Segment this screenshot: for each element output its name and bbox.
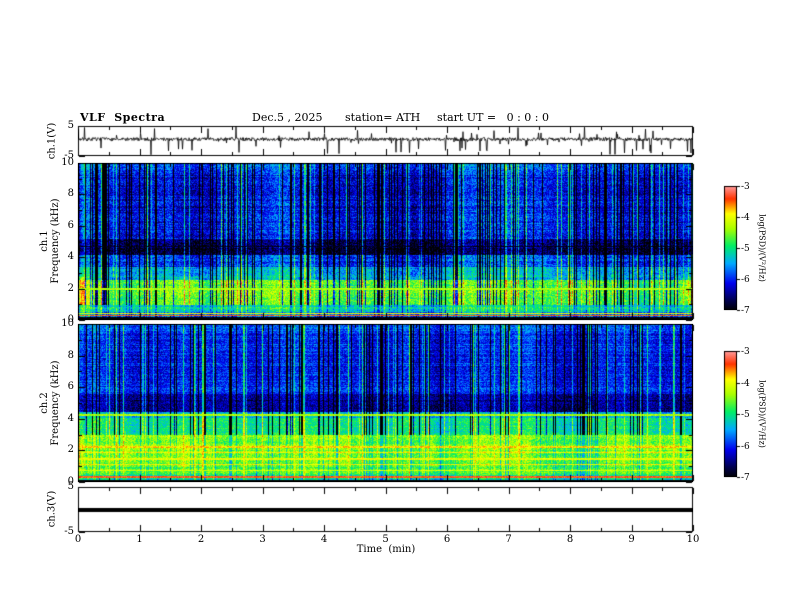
x-tick-label-2: 2 [197,534,205,545]
colorbar1-tick-label--3: -3 [741,182,750,192]
x-tick-label-4: 4 [320,534,328,545]
colorbar1-label: log(PSD)/(V²/Hz) [757,214,767,282]
x-tick-label-9: 9 [628,534,635,545]
colorbar1-tick-label--7: -7 [741,306,750,316]
ch2-frequency-axis-label: ch.2 Frequency (kHz) [39,360,61,445]
y-tick-label-ch2-spectrogram-4: 4 [67,412,74,424]
vlf-spectra-figure: VLF Spectra Dec.5 , 2025 station= ATH st… [0,0,792,612]
ch1-frequency-axis-label: ch.1 Frequency (kHz) [39,198,61,283]
axes-overlay [0,0,792,612]
y-tick-label-ch1-spectrogram-10: 10 [61,157,74,168]
y-tick-label-ch1-spectrogram-4: 4 [67,251,74,263]
colorbar2-label: log(PSD)/(V²/Hz) [757,380,767,448]
y-tick-label-ch1-spectrogram-6: 6 [67,219,74,231]
y-tick-label-ch2-spectrogram-2: 2 [67,444,74,456]
x-tick-label-6: 6 [443,534,451,545]
ch2-frequency-axis-label-line1: ch.2 [39,392,50,414]
colorbar2-tick-label--4: -4 [741,378,750,389]
y-tick-label-ch3-waveform-5: 5 [67,481,74,492]
ch3-voltage-axis-label: ch.3(V) [46,490,58,528]
colorbar2-tick-label--7: -7 [741,473,750,483]
colorbar2-tick-label--3: -3 [741,347,750,357]
x-tick-label-3: 3 [259,534,266,545]
colorbar2-tick-label--6: -6 [741,441,750,452]
y-tick-label-ch1-spectrogram-8: 8 [67,188,74,200]
colorbar2-tick-label--5: -5 [741,410,750,420]
x-tick-label-1: 1 [136,534,143,545]
y-tick-label-ch1-waveform-5: 5 [67,120,74,131]
y-tick-label-ch2-spectrogram-8: 8 [67,349,74,361]
ch1-frequency-axis-label-line2: Frequency (kHz) [50,198,61,284]
x-tick-label-10: 10 [686,534,700,545]
colorbar1-tick-label--4: -4 [741,213,750,223]
x-tick-label-0: 0 [74,534,82,545]
x-tick-label-8: 8 [566,534,574,545]
x-tick-label-7: 7 [505,534,512,545]
x-tick-label-5: 5 [382,534,389,545]
ch1-frequency-axis-label-line1: ch.1 [39,230,50,252]
colorbar1-tick-label--5: -5 [741,244,750,254]
y-tick-label-ch1-spectrogram-2: 2 [67,282,74,294]
y-tick-label-ch2-spectrogram-10: 10 [61,318,74,329]
y-tick-label-ch2-spectrogram-6: 6 [67,381,74,393]
ch2-frequency-axis-label-line2: Frequency (kHz) [50,360,61,446]
colorbar1-tick-label--6: -6 [741,275,750,285]
